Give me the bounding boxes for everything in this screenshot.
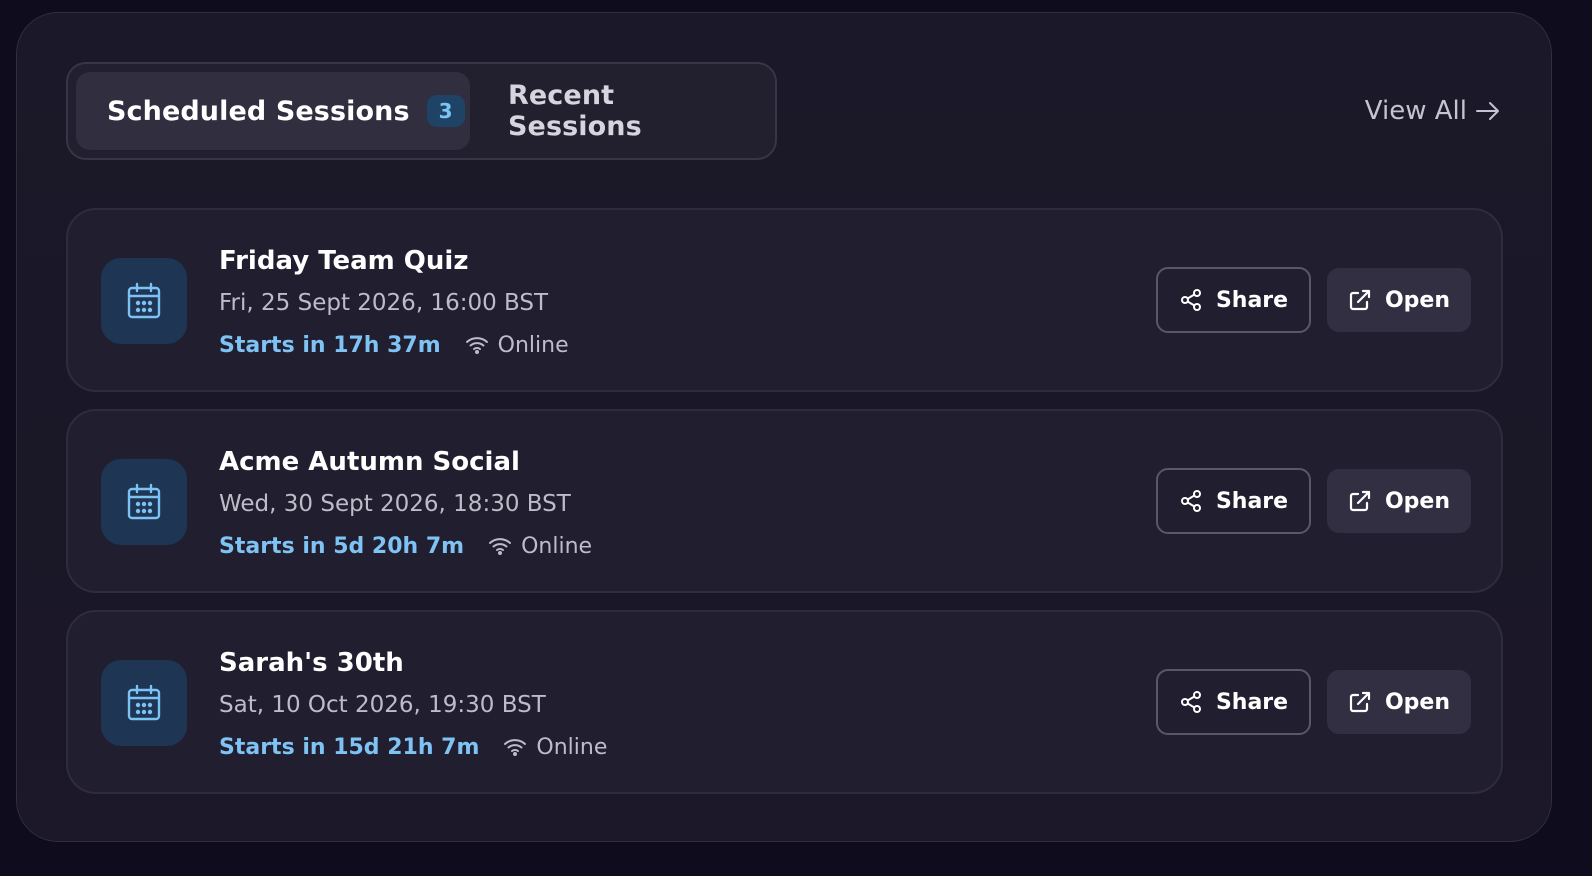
tab-scheduled-label: Scheduled Sessions bbox=[107, 95, 410, 127]
session-meta: Starts in 15d 21h 7m Online bbox=[219, 732, 607, 762]
session-title: Sarah's 30th bbox=[219, 648, 404, 678]
session-title: Acme Autumn Social bbox=[219, 447, 520, 477]
share-icon bbox=[1180, 691, 1201, 713]
session-tabs: Scheduled Sessions 3 Recent Sessions bbox=[66, 62, 777, 160]
share-icon bbox=[1180, 289, 1201, 311]
share-label: Share bbox=[1215, 287, 1289, 313]
wifi-icon bbox=[465, 337, 488, 354]
calendar-tile bbox=[101, 660, 187, 746]
session-countdown: Starts in 15d 21h 7m bbox=[219, 734, 480, 760]
calendar-icon bbox=[127, 684, 161, 721]
share-button[interactable]: Share bbox=[1156, 267, 1311, 333]
wifi-icon bbox=[489, 538, 512, 555]
session-mode: Online bbox=[465, 333, 569, 358]
open-button[interactable]: Open bbox=[1327, 670, 1471, 734]
session-countdown: Starts in 17h 37m bbox=[219, 332, 441, 358]
session-countdown: Starts in 5d 20h 7m bbox=[219, 533, 465, 559]
arrow-right-icon bbox=[1476, 102, 1499, 120]
share-label: Share bbox=[1215, 488, 1289, 514]
open-label: Open bbox=[1384, 689, 1451, 715]
tab-scheduled-sessions[interactable]: Scheduled Sessions 3 bbox=[76, 72, 470, 150]
session-title: Friday Team Quiz bbox=[219, 246, 469, 276]
session-date: Sat, 10 Oct 2026, 19:30 BST bbox=[219, 692, 546, 718]
calendar-tile bbox=[101, 258, 187, 344]
session-date: Fri, 25 Sept 2026, 16:00 BST bbox=[219, 290, 549, 316]
tab-recent-label: Recent Sessions bbox=[508, 80, 642, 142]
share-icon bbox=[1180, 490, 1201, 512]
share-label: Share bbox=[1215, 689, 1289, 715]
calendar-icon bbox=[127, 483, 161, 520]
calendar-icon bbox=[127, 282, 161, 319]
session-meta: Starts in 17h 37m Online bbox=[219, 330, 569, 360]
external-link-icon bbox=[1349, 289, 1371, 311]
sessions-panel: Scheduled Sessions 3 Recent Sessions Vie… bbox=[16, 12, 1552, 842]
session-meta: Starts in 5d 20h 7m Online bbox=[219, 531, 592, 561]
session-mode: Online bbox=[503, 735, 607, 760]
session-mode-label: Online bbox=[521, 533, 593, 559]
scheduled-count-badge: 3 bbox=[426, 95, 465, 127]
open-button[interactable]: Open bbox=[1327, 469, 1471, 533]
view-all-link[interactable]: View All bbox=[1365, 93, 1501, 129]
wifi-icon bbox=[504, 739, 527, 756]
session-card: Sarah's 30th Sat, 10 Oct 2026, 19:30 BST… bbox=[66, 610, 1503, 794]
tab-recent-sessions[interactable]: Recent Sessions bbox=[508, 72, 748, 150]
open-label: Open bbox=[1384, 287, 1451, 313]
calendar-tile bbox=[101, 459, 187, 545]
share-button[interactable]: Share bbox=[1156, 468, 1311, 534]
open-button[interactable]: Open bbox=[1327, 268, 1471, 332]
session-mode: Online bbox=[488, 534, 592, 559]
open-label: Open bbox=[1384, 488, 1451, 514]
view-all-label: View All bbox=[1364, 96, 1467, 126]
session-date: Wed, 30 Sept 2026, 18:30 BST bbox=[219, 491, 571, 517]
external-link-icon bbox=[1349, 691, 1371, 713]
session-card: Friday Team Quiz Fri, 25 Sept 2026, 16:0… bbox=[66, 208, 1503, 392]
external-link-icon bbox=[1349, 490, 1371, 512]
share-button[interactable]: Share bbox=[1156, 669, 1311, 735]
session-card: Acme Autumn Social Wed, 30 Sept 2026, 18… bbox=[66, 409, 1503, 593]
session-mode-label: Online bbox=[536, 734, 608, 760]
session-mode-label: Online bbox=[497, 332, 569, 358]
